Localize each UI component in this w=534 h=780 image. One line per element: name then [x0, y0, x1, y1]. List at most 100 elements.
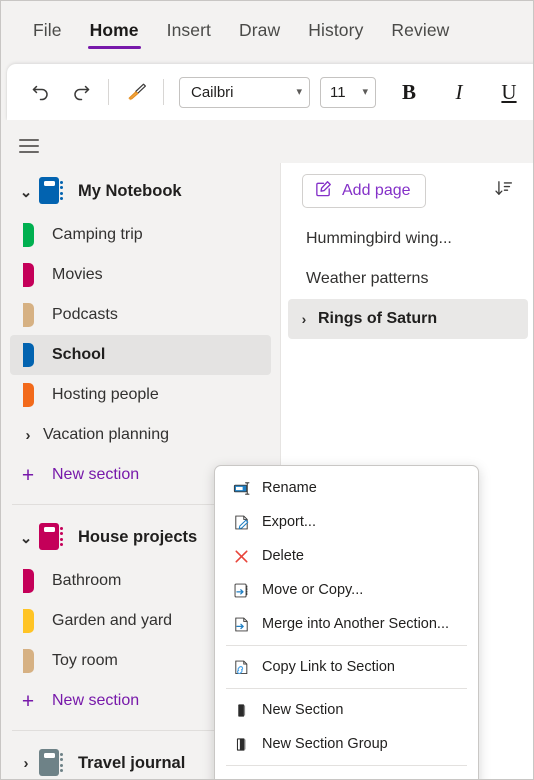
- ribbon-toolbar: Cailbri ▾ 11 ▾ B I U: [7, 64, 533, 120]
- sort-descending-icon: [493, 178, 514, 204]
- section-name: Podcasts: [52, 306, 118, 323]
- redo-button[interactable]: [61, 73, 101, 111]
- merge-icon: [228, 615, 254, 634]
- chevron-down-icon[interactable]: ⌄: [13, 529, 39, 547]
- ribbon-tab-draw[interactable]: Draw: [225, 14, 294, 51]
- plus-icon: +: [21, 463, 35, 487]
- format-painter-icon: [123, 79, 149, 105]
- context-menu-item-delete[interactable]: Delete: [215, 539, 478, 573]
- font-size-select[interactable]: 11 ▾: [320, 76, 376, 108]
- page-title: Hummingbird wing...: [306, 230, 452, 247]
- context-menu-label: Export...: [262, 514, 316, 530]
- bold-button[interactable]: B: [390, 73, 428, 111]
- new-section-group-icon: [228, 735, 254, 754]
- context-menu-item-move-or-copy[interactable]: Move or Copy...: [215, 573, 478, 607]
- ribbon-tab-history[interactable]: History: [294, 14, 377, 51]
- section-name: School: [52, 346, 106, 363]
- underline-button[interactable]: U: [490, 73, 528, 111]
- context-menu-label: New Section Group: [262, 736, 388, 752]
- workspace: ⌄ My Notebook Camping trip Movies Podcas…: [1, 120, 533, 779]
- context-menu-label: New Section: [262, 702, 344, 718]
- section-row-hosting-people[interactable]: Hosting people: [10, 375, 271, 415]
- notebook-icon: [39, 748, 65, 779]
- ribbon-tab-file[interactable]: File: [19, 14, 76, 51]
- context-menu-separator: [226, 645, 467, 646]
- ribbon-tab-strip: File Home Insert Draw History Review: [1, 1, 533, 64]
- delete-icon: [228, 547, 254, 566]
- section-row-camping-trip[interactable]: Camping trip: [10, 215, 271, 255]
- hamburger-icon-line: [19, 145, 39, 147]
- italic-button[interactable]: I: [440, 73, 478, 111]
- ribbon-tab-insert[interactable]: Insert: [153, 14, 225, 51]
- chevron-right-icon[interactable]: ›: [294, 311, 314, 327]
- section-name: Movies: [52, 266, 103, 283]
- ribbon-tab-label: Home: [89, 20, 139, 40]
- context-menu-label: Move or Copy...: [262, 582, 364, 598]
- context-menu-item-password-protect-this-section[interactable]: Password Protect This Section: [215, 770, 478, 779]
- rename-icon: [228, 479, 254, 498]
- context-menu-item-new-section-group[interactable]: New Section Group: [215, 727, 478, 761]
- notebook-name: My Notebook: [78, 182, 182, 200]
- page-row-weather-patterns[interactable]: Weather patterns: [288, 259, 528, 299]
- copy-link-icon: [228, 658, 254, 677]
- page-row-hummingbird-wing[interactable]: Hummingbird wing...: [288, 219, 528, 259]
- add-page-label: Add page: [342, 182, 411, 199]
- notebook-name: House projects: [78, 528, 198, 546]
- page-list-toolbar: Add page: [281, 163, 533, 219]
- context-menu-item-rename[interactable]: Rename: [215, 471, 478, 505]
- undo-button[interactable]: [21, 73, 61, 111]
- section-color-tab: [13, 649, 43, 673]
- section-context-menu: Rename Export... Delete Move or Copy... …: [214, 465, 479, 779]
- section-group-row-vacation-planning[interactable]: › Vacation planning: [10, 415, 271, 455]
- context-menu-item-copy-link-to-section[interactable]: Copy Link to Section: [215, 650, 478, 684]
- export-icon: [228, 513, 254, 532]
- move-copy-icon: [228, 581, 254, 600]
- context-menu-item-new-section[interactable]: New Section: [215, 693, 478, 727]
- chevron-down-icon: ▾: [296, 85, 302, 98]
- context-menu-label: Copy Link to Section: [262, 659, 395, 675]
- new-section-label: New section: [52, 692, 140, 709]
- ribbon-tab-label: Draw: [239, 20, 281, 40]
- ribbon-tab-label: Insert: [166, 20, 212, 40]
- context-menu-separator: [226, 688, 467, 689]
- toolbar-divider: [163, 79, 164, 105]
- context-menu-label: Delete: [262, 548, 304, 564]
- font-family-value: Cailbri: [191, 83, 234, 101]
- context-menu-separator: [226, 765, 467, 766]
- section-name: Hosting people: [52, 386, 159, 403]
- ribbon-tab-home[interactable]: Home: [76, 14, 153, 51]
- section-color-tab: [13, 263, 43, 287]
- notebook-icon: [39, 176, 65, 207]
- section-color-tab: [13, 609, 43, 633]
- section-name: Camping trip: [52, 226, 143, 243]
- section-row-movies[interactable]: Movies: [10, 255, 271, 295]
- context-menu-item-export[interactable]: Export...: [215, 505, 478, 539]
- font-size-value: 11: [330, 83, 346, 101]
- context-menu-item-merge-into-another-section[interactable]: Merge into Another Section...: [215, 607, 478, 641]
- section-row-school[interactable]: School: [10, 335, 271, 375]
- page-title: Weather patterns: [306, 270, 429, 287]
- ribbon-tab-label: Review: [391, 20, 450, 40]
- navigation-menu-button[interactable]: [15, 133, 43, 159]
- notebook-row-my-notebook[interactable]: ⌄ My Notebook: [1, 168, 280, 215]
- redo-icon: [69, 80, 93, 104]
- section-color-tab: [13, 383, 43, 407]
- section-group-name: Vacation planning: [43, 426, 170, 443]
- page-row-rings-of-saturn[interactable]: › Rings of Saturn: [288, 299, 528, 339]
- sort-pages-button[interactable]: [487, 175, 519, 207]
- font-family-select[interactable]: Cailbri ▾: [179, 76, 310, 108]
- section-color-tab: [13, 303, 43, 327]
- chevron-down-icon: ▾: [362, 85, 368, 98]
- format-painter-button[interactable]: [116, 73, 156, 111]
- section-row-podcasts[interactable]: Podcasts: [10, 295, 271, 335]
- add-page-button[interactable]: Add page: [302, 174, 426, 208]
- chevron-down-icon[interactable]: ⌄: [13, 183, 39, 201]
- chevron-right-icon[interactable]: ›: [13, 755, 39, 772]
- chevron-right-icon[interactable]: ›: [13, 427, 43, 444]
- ribbon-tab-review[interactable]: Review: [377, 14, 463, 51]
- toolbar-divider: [108, 79, 109, 105]
- section-name: Toy room: [52, 652, 118, 669]
- section-color-tab: [13, 223, 43, 247]
- section-name: Garden and yard: [52, 612, 173, 629]
- ribbon-tab-label: File: [33, 20, 62, 40]
